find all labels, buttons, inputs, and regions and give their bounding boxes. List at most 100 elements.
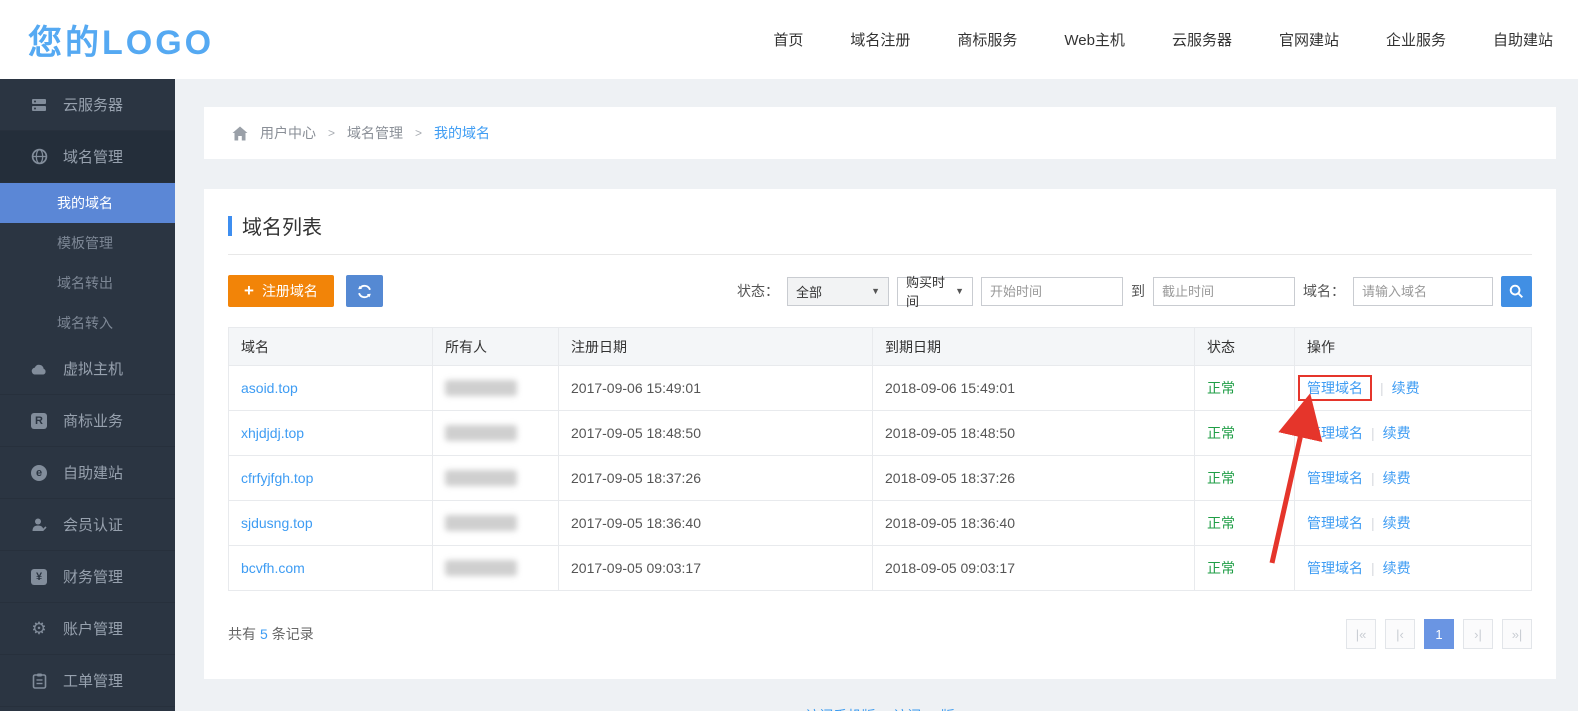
domain-link[interactable]: asoid.top [241,380,298,396]
nav-web-hosting[interactable]: Web主机 [1064,29,1125,50]
breadcrumb-domain-management[interactable]: 域名管理 [347,123,403,143]
top-header: 您的LOGO 首页 域名注册 商标服务 Web主机 云服务器 官网建站 企业服务… [0,0,1578,79]
owner-redacted [445,515,517,531]
manage-domain-link[interactable]: 管理域名 [1307,470,1363,486]
breadcrumb-my-domains[interactable]: 我的域名 [434,123,490,143]
status-select[interactable]: 全部 ▼ [787,277,889,306]
sidebar-item-label: 虚拟主机 [63,358,123,379]
nav-enterprise-service[interactable]: 企业服务 [1386,29,1446,50]
pagination-last-button[interactable]: »| [1502,619,1532,649]
status-badge: 正常 [1207,515,1235,531]
owner-redacted [445,560,517,576]
register-domain-button[interactable]: + 注册域名 [228,275,334,307]
nav-self-service-site[interactable]: 自助建站 [1493,29,1553,50]
pagination-prev-button[interactable]: |‹ [1385,619,1415,649]
sidebar-subitem-template-management[interactable]: 模板管理 [0,223,175,263]
time-type-value: 购买时间 [906,272,949,310]
table-row: asoid.top 2017-09-06 15:49:01 2018-09-06… [229,366,1532,411]
table-footer: 共有5条记录 |« |‹ 1 ›| »| [228,619,1532,649]
table-row: sjdusng.top 2017-09-05 18:36:40 2018-09-… [229,501,1532,546]
status-filter-label: 状态： [737,281,779,301]
action-separator: | [1371,515,1375,531]
filter-bar: 状态： 全部 ▼ 购买时间 ▼ 到 域名： [737,276,1532,307]
sidebar-item-virtual-hosting[interactable]: 虚拟主机 [0,343,175,395]
nav-website-building[interactable]: 官网建站 [1279,29,1339,50]
manage-domain-link[interactable]: 管理域名 [1307,425,1363,441]
record-count-suffix: 条记录 [272,626,314,642]
expiry-date: 2018-09-05 18:36:40 [873,501,1195,546]
domain-link[interactable]: cfrfyjfgh.top [241,470,313,486]
sidebar-item-label: 会员认证 [63,514,123,535]
time-type-select[interactable]: 购买时间 ▼ [897,277,973,306]
ticket-icon [30,672,48,690]
manage-domain-link[interactable]: 管理域名 [1307,515,1363,531]
pagination-first-button[interactable]: |« [1346,619,1376,649]
nav-cloud-server[interactable]: 云服务器 [1172,29,1232,50]
sidebar-subitem-domain-transfer-out[interactable]: 域名转出 [0,263,175,303]
search-icon [1509,284,1524,299]
breadcrumb-user-center[interactable]: 用户中心 [260,123,316,143]
domain-link[interactable]: sjdusng.top [241,515,313,531]
sidebar-subitem-domain-transfer-in[interactable]: 域名转入 [0,303,175,343]
domain-table: 域名 所有人 注册日期 到期日期 状态 操作 asoid.top 2017-09… [228,327,1532,591]
column-header-expiry-date: 到期日期 [873,328,1195,366]
manage-domain-link[interactable]: 管理域名 [1307,560,1363,576]
refresh-button[interactable] [346,275,383,307]
column-header-actions: 操作 [1295,328,1532,366]
renew-link[interactable]: 续费 [1392,380,1420,396]
domain-link[interactable]: bcvfh.com [241,560,305,576]
end-time-input[interactable] [1153,277,1295,306]
table-row: cfrfyjfgh.top 2017-09-05 18:37:26 2018-0… [229,456,1532,501]
sidebar-item-label: 云服务器 [63,94,123,115]
record-count-prefix: 共有 [228,626,256,642]
toolbar-left: + 注册域名 [228,275,383,307]
renew-link[interactable]: 续费 [1383,515,1411,531]
nav-home[interactable]: 首页 [773,29,803,50]
site-logo: 您的LOGO [28,15,214,64]
nav-domain-register[interactable]: 域名注册 [850,29,910,50]
renew-link[interactable]: 续费 [1383,425,1411,441]
sidebar-item-trademark-business[interactable]: R 商标业务 [0,395,175,447]
renew-link[interactable]: 续费 [1383,560,1411,576]
manage-domain-link[interactable]: 管理域名 [1307,380,1363,396]
sidebar: 云服务器 域名管理 我的域名 模板管理 域名转出 域名转入 虚拟主机 R 商标业… [0,79,175,711]
registered-date: 2017-09-05 18:37:26 [559,456,873,501]
status-badge: 正常 [1207,380,1235,396]
status-badge: 正常 [1207,470,1235,486]
sidebar-item-domain-management[interactable]: 域名管理 [0,131,175,183]
breadcrumb: 用户中心 > 域名管理 > 我的域名 [204,107,1556,159]
status-badge: 正常 [1207,560,1235,576]
sidebar-subitem-my-domains[interactable]: 我的域名 [0,183,175,223]
table-row: xhjdjdj.top 2017-09-05 18:48:50 2018-09-… [229,411,1532,456]
sidebar-item-cloud-server[interactable]: 云服务器 [0,79,175,131]
site-footer: 访问手机版 访问PC版 [204,706,1556,711]
sidebar-item-ticket-management[interactable]: 工单管理 [0,655,175,707]
column-header-domain: 域名 [229,328,433,366]
pagination-next-button[interactable]: ›| [1463,619,1493,649]
expiry-date: 2018-09-05 09:03:17 [873,546,1195,591]
sidebar-item-member-verification[interactable]: 会员认证 [0,499,175,551]
domain-search-input[interactable] [1353,277,1493,306]
search-button[interactable] [1501,276,1532,307]
record-count-number: 5 [260,626,268,642]
sidebar-item-account-management[interactable]: ⚙ 账户管理 [0,603,175,655]
cloud-icon [30,360,48,378]
nav-trademark-service[interactable]: 商标服务 [957,29,1017,50]
renew-link[interactable]: 续费 [1383,470,1411,486]
sidebar-item-label: 工单管理 [63,670,123,691]
domain-list-panel: 域名列表 + 注册域名 状态： 全部 ▼ [204,189,1556,679]
action-separator: | [1380,380,1384,396]
sidebar-item-finance-management[interactable]: ¥ 财务管理 [0,551,175,603]
home-icon [232,126,248,141]
sidebar-item-self-service-site[interactable]: e 自助建站 [0,447,175,499]
pagination: |« |‹ 1 ›| »| [1346,619,1532,649]
start-time-input[interactable] [981,277,1123,306]
column-header-status: 状态 [1195,328,1295,366]
breadcrumb-separator: > [328,126,335,140]
panel-title-row: 域名列表 [228,211,1532,240]
chevron-down-icon: ▼ [955,286,964,296]
sidebar-item-label: 自助建站 [63,462,123,483]
domain-link[interactable]: xhjdjdj.top [241,425,304,441]
pagination-page-1[interactable]: 1 [1424,619,1454,649]
sidebar-item-label: 商标业务 [63,410,123,431]
